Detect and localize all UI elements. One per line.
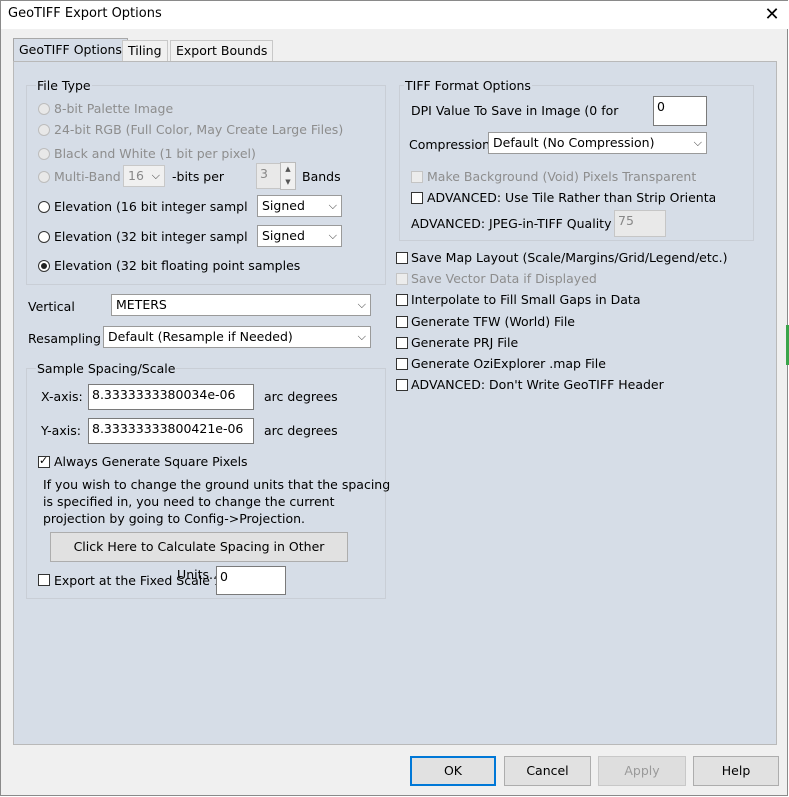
radio-black-white-label: Black and White (1 bit per pixel) <box>54 146 256 161</box>
tab-geotiff-options[interactable]: GeoTIFF Options <box>13 38 128 62</box>
sign-16bit-select[interactable]: Signed ⌵ <box>257 195 342 217</box>
square-pixels-label: Always Generate Square Pixels <box>54 454 248 469</box>
spacing-help-line-1: If you wish to change the ground units t… <box>43 477 391 492</box>
transparent-background-checkbox[interactable] <box>411 171 423 183</box>
radio-24bit-rgb[interactable] <box>38 124 50 136</box>
multiband-bits-value: 16 <box>128 168 144 183</box>
tiff-format-group-label: TIFF Format Options <box>404 78 532 93</box>
chevron-down-icon: ⌵ <box>328 229 337 242</box>
save-map-layout-label: Save Map Layout (Scale/Margins/Grid/Lege… <box>411 250 728 265</box>
calculate-spacing-button[interactable]: Click Here to Calculate Spacing in Other… <box>50 532 348 582</box>
tab-export-bounds[interactable]: Export Bounds <box>170 40 274 61</box>
multiband-bits-label: -bits per <box>172 169 225 184</box>
multiband-bits-select[interactable]: 16 ⌵ <box>123 165 165 187</box>
apply-button[interactable]: Apply <box>598 756 686 786</box>
square-pixels-checkbox[interactable] <box>38 454 50 468</box>
chevron-down-icon: ⌵ <box>693 136 702 149</box>
tile-orientation-checkbox[interactable] <box>411 192 423 204</box>
window-title: GeoTIFF Export Options <box>8 6 162 21</box>
x-axis-label: X-axis: <box>41 389 83 404</box>
radio-elevation-32bit-int[interactable] <box>38 231 50 243</box>
radio-elevation-32bit-float-label: Elevation (32 bit floating point samples <box>54 258 301 273</box>
resampling-select[interactable]: Default (Resample if Needed) ⌵ <box>103 326 371 348</box>
cancel-button[interactable]: Cancel <box>504 756 591 786</box>
interpolate-gaps-checkbox[interactable] <box>396 294 408 306</box>
multiband-bands-input[interactable]: 3 <box>256 163 281 189</box>
sign-16bit-value: Signed <box>262 198 305 213</box>
radio-multiband[interactable] <box>38 171 50 183</box>
bands-spinner[interactable]: ▲ ▼ <box>280 162 296 190</box>
compression-select[interactable]: Default (No Compression) ⌵ <box>488 132 707 154</box>
dpi-input[interactable]: 0 <box>653 96 707 126</box>
compression-value: Default (No Compression) <box>493 135 655 150</box>
generate-tfw-label: Generate TFW (World) File <box>411 314 575 329</box>
generate-tfw-checkbox[interactable] <box>396 316 408 328</box>
radio-elevation-16bit-label: Elevation (16 bit integer samples) <box>54 199 247 214</box>
fixed-scale-input[interactable]: 0 <box>216 566 286 595</box>
close-icon[interactable]: ✕ <box>758 3 786 27</box>
radio-black-white[interactable] <box>38 148 50 160</box>
sign-32bit-value: Signed <box>262 228 305 243</box>
fixed-scale-label: Export at the Fixed Scale 1: <box>54 573 227 588</box>
vertical-label: Vertical <box>28 299 75 314</box>
resampling-value: Default (Resample if Needed) <box>108 329 293 344</box>
radio-8bit-palette[interactable] <box>38 103 50 115</box>
save-vector-data-checkbox[interactable] <box>396 273 408 285</box>
x-axis-spacing-input[interactable]: 8.3333333380034e-06 <box>88 384 254 410</box>
fixed-scale-checkbox[interactable] <box>38 574 50 586</box>
sign-32bit-select[interactable]: Signed ⌵ <box>257 225 342 247</box>
radio-8bit-palette-label: 8-bit Palette Image <box>54 101 174 116</box>
no-geotiff-header-checkbox[interactable] <box>396 379 408 391</box>
chevron-down-icon: ⌵ <box>357 330 366 343</box>
y-axis-units: arc degrees <box>264 423 338 438</box>
radio-multiband-label: Multi-Band ( <box>54 169 130 184</box>
transparent-background-label: Make Background (Void) Pixels Transparen… <box>427 169 697 184</box>
file-type-group-label: File Type <box>36 78 92 93</box>
chevron-down-icon: ⌵ <box>328 199 337 212</box>
help-button[interactable]: Help <box>693 756 779 786</box>
generate-ozi-map-checkbox[interactable] <box>396 358 408 370</box>
title-bar: GeoTIFF Export Options ✕ <box>1 1 788 29</box>
spin-down-icon[interactable]: ▼ <box>281 176 295 189</box>
tile-orientation-label: ADVANCED: Use Tile Rather than Strip Ori… <box>427 190 715 205</box>
generate-prj-label: Generate PRJ File <box>411 335 519 350</box>
dpi-label: DPI Value To Save in Image (0 for <box>411 103 619 118</box>
interpolate-gaps-label: Interpolate to Fill Small Gaps in Data <box>411 292 641 307</box>
radio-elevation-16bit[interactable] <box>38 201 50 213</box>
vertical-select[interactable]: METERS ⌵ <box>111 294 371 316</box>
save-vector-data-label: Save Vector Data if Displayed <box>411 271 597 286</box>
resampling-label: Resampling <box>28 331 101 346</box>
chevron-down-icon: ⌵ <box>151 169 160 182</box>
compression-label: Compression <box>409 137 491 152</box>
chevron-down-icon: ⌵ <box>357 298 366 311</box>
sample-spacing-group-label: Sample Spacing/Scale <box>36 361 177 376</box>
multiband-bands-label: Bands <box>302 169 341 184</box>
x-axis-units: arc degrees <box>264 389 338 404</box>
y-axis-spacing-input[interactable]: 8.33333333800421e-06 <box>88 418 254 444</box>
ok-button[interactable]: OK <box>410 756 496 786</box>
no-geotiff-header-label: ADVANCED: Don't Write GeoTIFF Header <box>411 377 664 392</box>
dialog-window: GeoTIFF Export Options ✕ GeoTIFF Options… <box>0 0 788 796</box>
jpeg-quality-label: ADVANCED: JPEG-in-TIFF Quality <box>411 216 612 231</box>
radio-elevation-32bit-int-label: Elevation (32 bit integer samples) <box>54 229 247 244</box>
radio-elevation-32bit-float[interactable] <box>38 260 50 272</box>
vertical-value: METERS <box>116 297 167 312</box>
generate-prj-checkbox[interactable] <box>396 337 408 349</box>
y-axis-label: Y-axis: <box>41 423 81 438</box>
spacing-help-line-3: projection by going to Config->Projectio… <box>43 511 305 526</box>
jpeg-quality-input[interactable]: 75 <box>614 210 666 237</box>
spacing-help-line-2: is specified in, you need to change the … <box>43 494 335 509</box>
save-map-layout-checkbox[interactable] <box>396 252 408 264</box>
generate-ozi-map-label: Generate OziExplorer .map File <box>411 356 606 371</box>
tab-tiling[interactable]: Tiling <box>122 40 168 61</box>
radio-24bit-rgb-label: 24-bit RGB (Full Color, May Create Large… <box>54 122 344 137</box>
spin-up-icon[interactable]: ▲ <box>281 163 295 176</box>
